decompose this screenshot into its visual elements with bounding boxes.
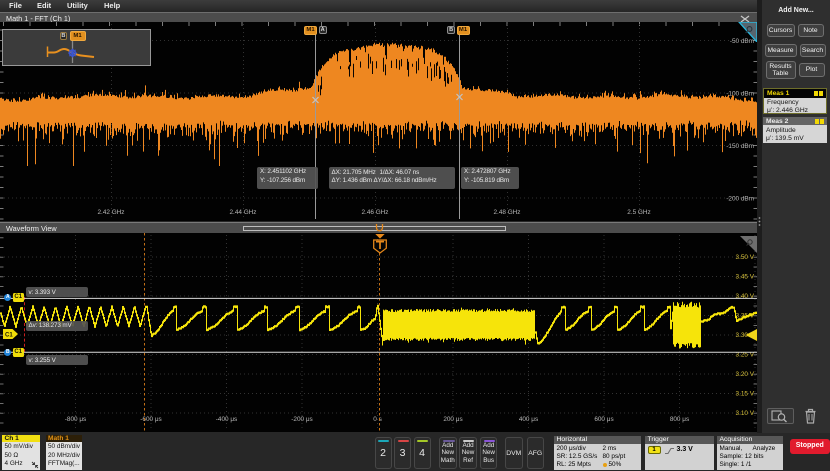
svg-text:2.5 GHz: 2.5 GHz [627, 209, 650, 216]
svg-text:3.15 V: 3.15 V [736, 391, 755, 398]
svg-text:3.20 V: 3.20 V [736, 371, 755, 378]
svg-text:-800 μs: -800 μs [65, 416, 86, 423]
svg-text:-100 dBm: -100 dBm [726, 91, 754, 98]
svg-text:2.42 GHz: 2.42 GHz [98, 209, 125, 216]
svg-text:2.48 GHz: 2.48 GHz [494, 209, 521, 216]
svg-text:-400 μs: -400 μs [216, 416, 237, 423]
svg-text:2.46 GHz: 2.46 GHz [362, 209, 389, 216]
svg-text:3.45 V: 3.45 V [736, 274, 755, 281]
svg-text:600 μs: 600 μs [594, 416, 613, 423]
svg-text:-600 μs: -600 μs [140, 416, 161, 423]
svg-text:0 s: 0 s [373, 416, 382, 423]
svg-text:-200 μs: -200 μs [291, 416, 312, 423]
svg-text:800 μs: 800 μs [670, 416, 689, 423]
svg-text:3.40 V: 3.40 V [736, 293, 755, 300]
svg-text:C1: C1 [5, 333, 13, 339]
svg-text:-150 dBm: -150 dBm [726, 143, 754, 150]
svg-text:400 μs: 400 μs [519, 416, 538, 423]
svg-text:3.10 V: 3.10 V [736, 410, 755, 417]
svg-text:3.50 V: 3.50 V [736, 254, 755, 261]
svg-text:200 μs: 200 μs [443, 416, 462, 423]
svg-text:-200 dBm: -200 dBm [726, 196, 754, 203]
svg-text:2.44 GHz: 2.44 GHz [230, 209, 257, 216]
